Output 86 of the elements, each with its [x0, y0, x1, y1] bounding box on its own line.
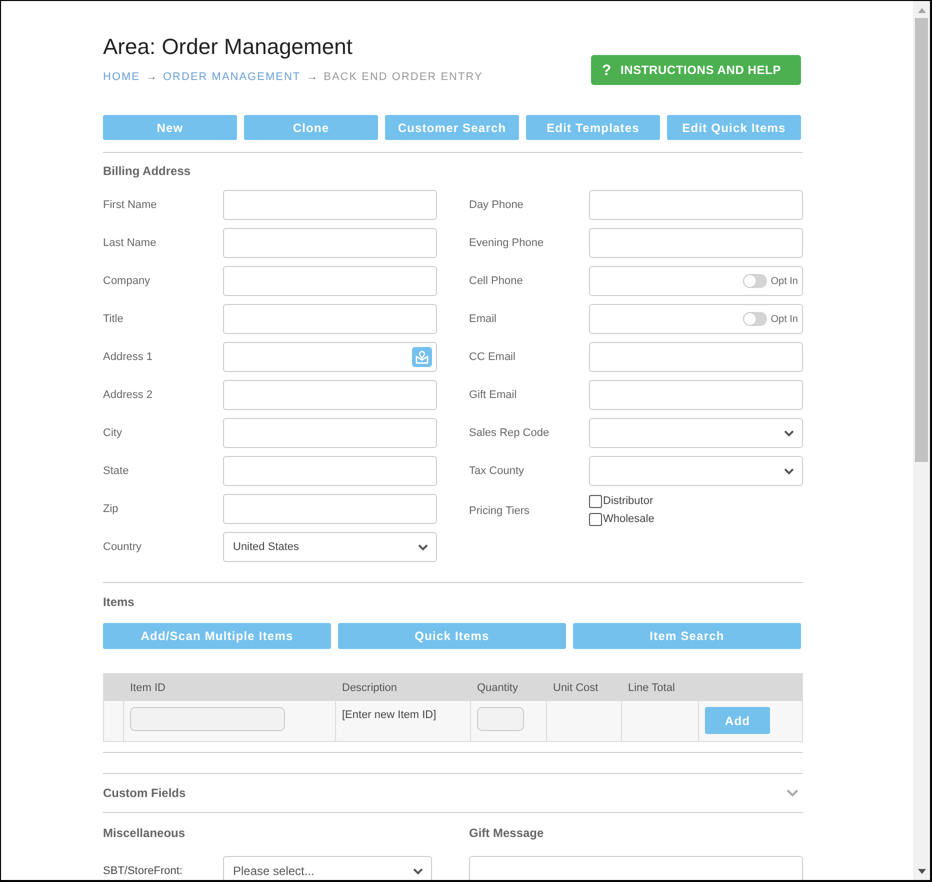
toolbar-button[interactable]: New [103, 115, 237, 140]
breadcrumb-arrow: → [306, 70, 318, 85]
toolbar-button[interactable]: Edit Templates [526, 115, 660, 140]
checkbox[interactable] [589, 494, 602, 508]
field-label: Pricing Tiers [469, 505, 531, 517]
toggle-switch[interactable] [742, 274, 767, 288]
field-label: First Name [103, 199, 158, 211]
scroll-down-icon[interactable] [918, 869, 926, 874]
input-field[interactable]: Opt In [589, 304, 803, 334]
section-heading: Miscellaneous [103, 825, 186, 841]
checkbox-label: Wholesale [603, 513, 654, 525]
breadcrumb-current: BACK END ORDER ENTRY [324, 70, 483, 85]
scroll-up-icon[interactable] [918, 8, 926, 13]
items-button[interactable]: Item Search [573, 623, 801, 649]
table-cell: [Enter new Item ID] [336, 701, 471, 741]
field-label: Zip [103, 503, 120, 515]
field-label: Gift Email [469, 389, 518, 401]
chevron-down-icon [784, 430, 794, 436]
field-label: Address 2 [103, 389, 154, 401]
breadcrumb-arrow: → [146, 70, 157, 85]
mail-pin-icon[interactable] [412, 347, 432, 367]
column-header: Quantity [476, 682, 519, 694]
chevron-down-icon [413, 868, 423, 874]
select-field[interactable]: United States [223, 532, 437, 562]
checkbox[interactable] [589, 512, 602, 526]
scrollbar[interactable] [913, 1, 930, 880]
section-heading: Gift Message [469, 825, 544, 841]
column-header: Line Total [627, 682, 676, 694]
field-label: State [103, 465, 130, 477]
input-field[interactable]: Opt In [589, 266, 803, 296]
field-label: Title [103, 313, 124, 325]
items-button[interactable]: Add/Scan Multiple Items [103, 623, 331, 649]
input-field[interactable] [223, 380, 437, 410]
column-header: Item ID [129, 682, 166, 694]
field-label: Day Phone [469, 199, 524, 211]
input-field[interactable] [223, 190, 437, 220]
input-field[interactable] [223, 418, 437, 448]
input-field[interactable] [223, 266, 437, 296]
select-field[interactable] [589, 418, 803, 448]
field-label: Cell Phone [469, 275, 524, 287]
input-field[interactable] [589, 228, 803, 258]
breadcrumb-link[interactable]: ORDER MANAGEMENT [163, 69, 301, 85]
items-button[interactable]: Quick Items [338, 623, 566, 649]
quantity-field[interactable] [477, 707, 524, 731]
chevron-down-icon [784, 468, 794, 474]
input-field[interactable] [589, 342, 803, 372]
toggle-switch[interactable] [742, 312, 767, 326]
column-header: Unit Cost [552, 682, 600, 694]
field-label: Evening Phone [469, 237, 545, 249]
field-label: Tax County [469, 465, 526, 477]
breadcrumb-link[interactable]: HOME [103, 69, 140, 85]
toolbar-button[interactable]: Clone [244, 115, 378, 140]
section-heading: Items [103, 594, 134, 610]
field-label: Last Name [103, 237, 158, 249]
toggle-label: Opt In [770, 276, 798, 286]
select-field[interactable] [589, 456, 803, 486]
scrollbar-thumb[interactable] [915, 18, 928, 462]
input-field[interactable] [223, 456, 437, 486]
section-heading: Billing Address [103, 163, 191, 179]
field-label: Email [469, 313, 498, 325]
input-field[interactable] [223, 494, 437, 524]
field-label: Address 1 [103, 351, 154, 363]
page-title: Area: Order Management [103, 35, 354, 59]
field-label: CC Email [469, 351, 516, 363]
input-field[interactable] [589, 380, 803, 410]
checkbox-label: Distributor [603, 495, 654, 507]
field-label: Country [103, 541, 143, 553]
input-field[interactable] [223, 342, 437, 372]
item-id-field[interactable] [130, 707, 285, 731]
field-label: Company [103, 275, 152, 287]
chevron-down-icon [418, 544, 428, 550]
add-button[interactable]: Add [705, 707, 770, 734]
field-label: SBT/StoreFront: [103, 865, 184, 877]
toolbar-button[interactable]: Edit Quick Items [667, 115, 801, 140]
select-field[interactable]: Please select... [223, 856, 432, 880]
toggle-label: Opt In [770, 314, 798, 324]
collapsible-header[interactable]: Custom Fields [103, 774, 803, 812]
input-field[interactable] [589, 190, 803, 220]
field-label: City [103, 427, 123, 439]
input-field[interactable] [223, 228, 437, 258]
question-mark-icon: ? [602, 62, 612, 78]
toolbar-button[interactable]: Customer Search [385, 115, 519, 140]
field-label: Sales Rep Code [469, 427, 550, 439]
help-button[interactable]: ? INSTRUCTIONS AND HELP [591, 55, 801, 85]
input-field[interactable] [223, 304, 437, 334]
column-header: Description [341, 682, 398, 694]
